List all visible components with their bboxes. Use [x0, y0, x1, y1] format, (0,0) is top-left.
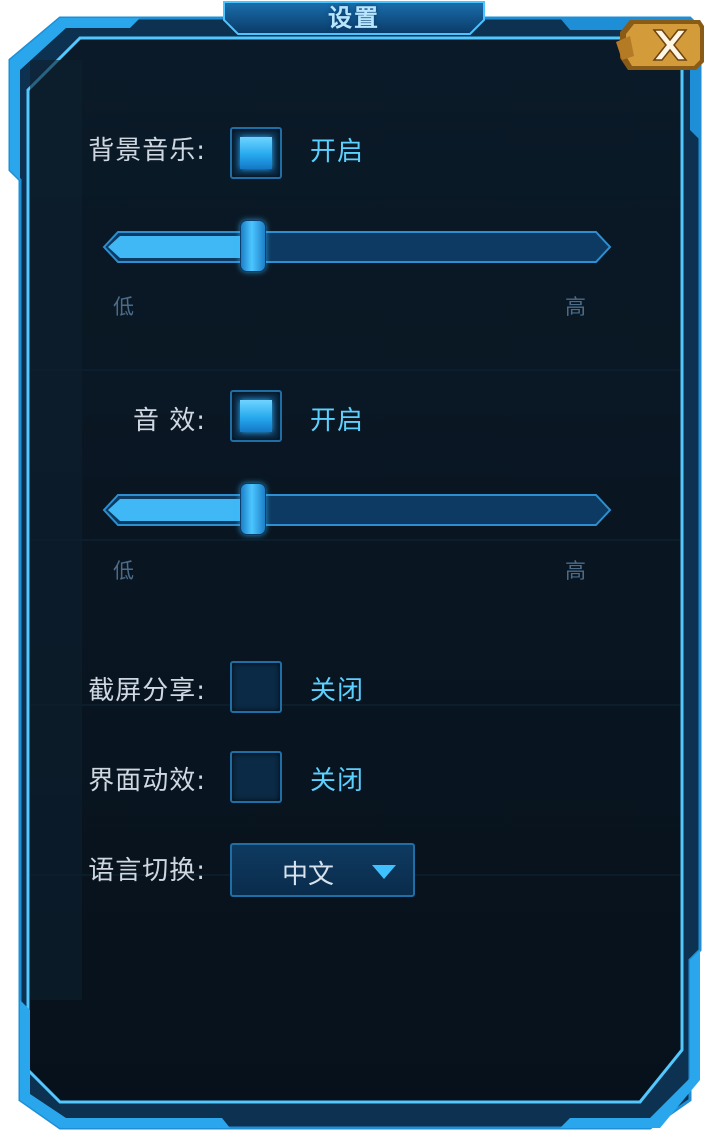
sfx-low-label: 低 [113, 559, 134, 583]
music-high-label: 高 [565, 295, 586, 319]
dropdown-arrow-icon [372, 865, 396, 879]
language-label: 语言切换: [88, 856, 206, 886]
screenshot-share-state-text: 关闭 [310, 676, 365, 706]
ui-effects-label: 界面动效: [88, 766, 206, 796]
ui-effects-state-text: 关闭 [310, 766, 365, 796]
screenshot-share-checkbox[interactable] [230, 661, 282, 713]
music-toggle-checkbox[interactable] [230, 127, 282, 179]
close-x-icon [616, 20, 704, 70]
screenshot-share-label: 截屏分享: [88, 676, 206, 706]
slider-thumb[interactable] [239, 483, 266, 535]
music-low-label: 低 [113, 295, 134, 319]
language-selected-value: 中文 [282, 860, 335, 890]
language-select[interactable]: 中文 [230, 843, 415, 897]
sfx-volume-slider[interactable] [102, 483, 612, 535]
sfx-state-text: 开启 [310, 406, 365, 436]
slider-thumb[interactable] [239, 220, 266, 272]
slider-track [102, 231, 612, 263]
music-volume-slider[interactable] [102, 220, 612, 272]
panel-title: 设置 [328, 4, 380, 32]
music-state-text: 开启 [310, 137, 365, 167]
ui-effects-checkbox[interactable] [230, 751, 282, 803]
sfx-toggle-checkbox[interactable] [230, 390, 282, 442]
sfx-high-label: 高 [565, 559, 586, 583]
checkbox-check-icon [240, 400, 272, 432]
checkbox-check-icon [240, 137, 272, 169]
sfx-label: 音 效: [132, 406, 206, 436]
slider-track [102, 494, 612, 526]
music-label: 背景音乐: [88, 136, 206, 166]
close-button[interactable] [616, 16, 706, 72]
panel-frame [8, 1, 702, 1130]
